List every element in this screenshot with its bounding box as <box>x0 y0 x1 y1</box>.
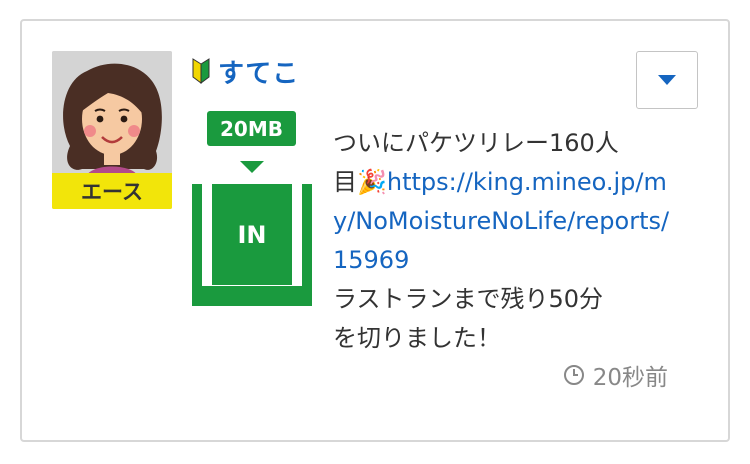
user-row: すてこ <box>192 53 299 90</box>
post-menu-button[interactable] <box>636 51 698 109</box>
username[interactable]: すてこ <box>218 53 299 90</box>
data-amount-badge: 20MB <box>207 111 296 146</box>
transfer-label: IN <box>237 220 267 249</box>
caret-down-icon <box>658 75 676 85</box>
post-text-line1: ついにパケツリレー160人 <box>333 129 619 157</box>
post-text-after-link: ラストランまで残り50分 を切りました！ <box>333 285 604 352</box>
user-avatar[interactable]: エース <box>52 51 172 209</box>
arrow-down-icon <box>240 161 264 173</box>
timestamp-row: 20秒前 <box>563 358 668 392</box>
post-body: ついにパケツリレー160人 目🎉https://king.mineo.jp/my… <box>333 124 678 358</box>
party-popper-icon: 🎉 <box>357 168 387 196</box>
beginner-mark-icon <box>192 58 210 84</box>
rank-badge: エース <box>52 173 172 209</box>
timestamp: 20秒前 <box>592 365 668 391</box>
post-text-line2: 目 <box>333 168 357 196</box>
clock-icon <box>563 365 584 385</box>
